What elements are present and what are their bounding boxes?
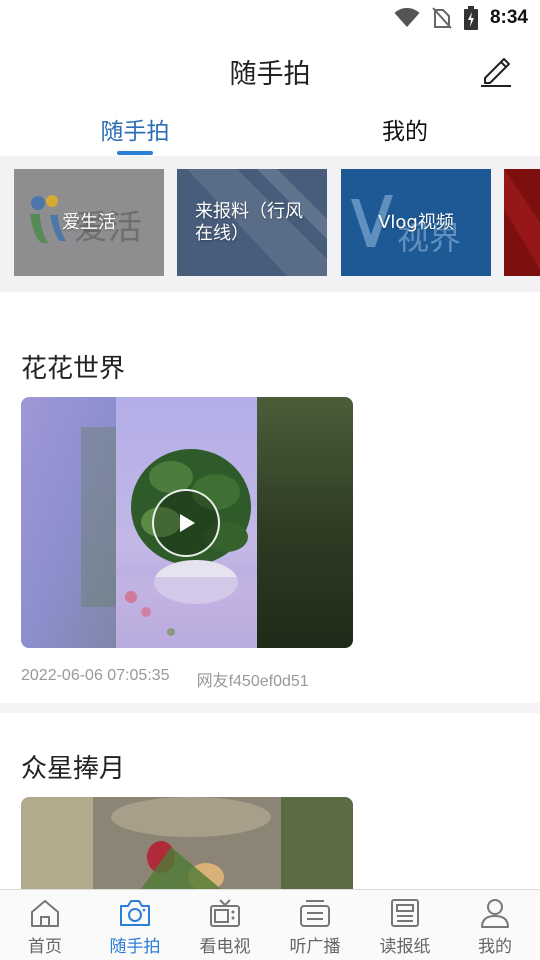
play-button[interactable] (152, 489, 220, 557)
tab-suishoupai[interactable]: 随手拍 (35, 112, 235, 146)
tab-bar: 随手拍 我的 (0, 104, 540, 156)
nav-newspaper[interactable]: 读报纸 (360, 890, 450, 960)
page-title: 随手拍 (229, 59, 311, 90)
category-background-art (504, 169, 540, 276)
bottom-navigation: 首页 随手拍 看电视 听广播 读报纸 我的 (0, 889, 540, 960)
category-card-partial[interactable] (504, 169, 540, 276)
battery-charging-icon (463, 6, 478, 30)
nav-suishoupai[interactable]: 随手拍 (90, 890, 180, 960)
camera-icon (120, 900, 150, 926)
nav-tv[interactable]: 看电视 (180, 890, 270, 960)
post-author: 网友f450ef0d51 (196, 673, 309, 690)
status-bar: 8:34 (0, 0, 540, 36)
nav-label: 读报纸 (379, 937, 431, 957)
play-icon (180, 514, 195, 532)
radio-icon (300, 900, 330, 927)
nav-mine[interactable]: 我的 (450, 890, 540, 960)
nav-radio[interactable]: 听广播 (270, 890, 360, 960)
user-icon (481, 899, 509, 928)
category-card-laibaoliao[interactable]: 来报料（行风在线） (177, 169, 327, 276)
edit-button[interactable] (476, 50, 516, 90)
post-meta: 2022-06-06 07:05:35 网友f450ef0d51 (21, 667, 309, 691)
post-title: 众星捧月 (21, 754, 126, 784)
pencil-icon (481, 58, 511, 87)
wifi-icon (394, 8, 420, 27)
nav-label: 我的 (478, 937, 512, 957)
video-thumbnail[interactable] (21, 797, 353, 889)
post-title: 花花世界 (21, 354, 126, 384)
tv-icon (210, 899, 240, 927)
newspaper-icon (391, 899, 419, 927)
status-time: 8:34 (489, 7, 528, 28)
nav-label: 随手拍 (109, 937, 161, 957)
tab-indicator (117, 151, 153, 155)
no-sim-icon (432, 7, 452, 29)
video-thumbnail[interactable] (21, 397, 353, 648)
tab-mine[interactable]: 我的 (305, 112, 505, 146)
video-preview-image (21, 797, 353, 889)
nav-label: 首页 (28, 937, 62, 957)
nav-home[interactable]: 首页 (0, 890, 90, 960)
post-date: 2022-06-06 07:05:35 (21, 667, 170, 684)
status-icons: 8:34 (394, 4, 528, 32)
category-label: Vlog视频 (378, 211, 454, 233)
category-card-vlog[interactable]: 视界 Vlog视频 (341, 169, 491, 276)
nav-label: 听广播 (289, 937, 341, 957)
category-strip[interactable]: 爱活 爱生活 来报料（行风在线） 视界 Vlog视频 (0, 156, 540, 292)
category-card-ai-shenghuo[interactable]: 爱活 爱生活 (14, 169, 164, 276)
home-icon (31, 900, 59, 927)
category-label: 爱生活 (62, 211, 116, 233)
section-divider (0, 703, 540, 713)
nav-label: 看电视 (199, 937, 251, 957)
app-header: 随手拍 (0, 36, 540, 104)
category-label: 来报料（行风在线） (195, 200, 303, 244)
